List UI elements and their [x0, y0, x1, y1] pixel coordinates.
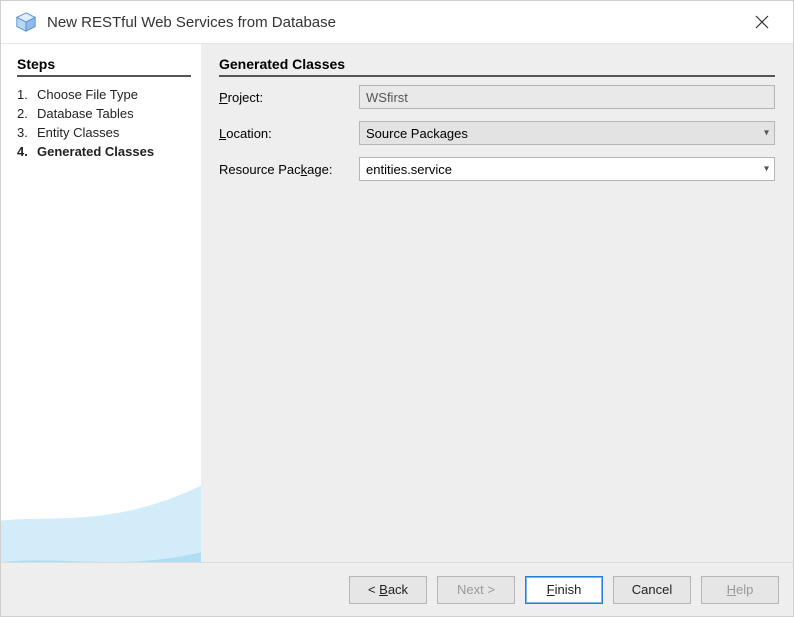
step-label: Generated Classes	[37, 144, 154, 159]
help-button: Help	[701, 576, 779, 604]
package-row: Resource Package: ▾	[219, 157, 775, 181]
step-number: 4.	[17, 144, 37, 159]
step-item: 1. Choose File Type	[17, 85, 191, 104]
app-cube-icon	[15, 11, 37, 33]
project-label: Project:	[219, 90, 359, 105]
step-number: 2.	[17, 106, 37, 121]
step-item: 3. Entity Classes	[17, 123, 191, 142]
project-row: Project:	[219, 85, 775, 109]
form-pane: Generated Classes Project: Location: ▾ R…	[201, 44, 793, 562]
step-item: 2. Database Tables	[17, 104, 191, 123]
title-bar: New RESTful Web Services from Database	[1, 1, 793, 43]
location-select-wrap[interactable]: ▾	[359, 121, 775, 145]
project-input	[359, 85, 775, 109]
location-label: Location:	[219, 126, 359, 141]
steps-pane: Steps 1. Choose File Type 2. Database Ta…	[1, 44, 201, 562]
step-number: 1.	[17, 87, 37, 102]
close-icon	[755, 15, 769, 29]
package-combo-wrap[interactable]: ▾	[359, 157, 775, 181]
button-bar: < Back Next > Finish Cancel Help	[1, 562, 793, 616]
step-label: Database Tables	[37, 106, 134, 121]
dialog-window: New RESTful Web Services from Database S…	[0, 0, 794, 617]
package-combo[interactable]	[359, 157, 775, 181]
steps-list: 1. Choose File Type 2. Database Tables 3…	[17, 85, 191, 161]
step-item-current: 4. Generated Classes	[17, 142, 191, 161]
cancel-button[interactable]: Cancel	[613, 576, 691, 604]
form-heading: Generated Classes	[219, 56, 775, 77]
steps-heading: Steps	[17, 56, 191, 77]
step-label: Entity Classes	[37, 125, 119, 140]
location-row: Location: ▾	[219, 121, 775, 145]
step-label: Choose File Type	[37, 87, 138, 102]
close-button[interactable]	[745, 5, 779, 39]
dialog-title: New RESTful Web Services from Database	[47, 14, 336, 31]
next-button: Next >	[437, 576, 515, 604]
dialog-body: Steps 1. Choose File Type 2. Database Ta…	[1, 43, 793, 562]
package-label: Resource Package:	[219, 162, 359, 177]
step-number: 3.	[17, 125, 37, 140]
back-button[interactable]: < Back	[349, 576, 427, 604]
wave-decoration-icon	[1, 362, 201, 562]
finish-button[interactable]: Finish	[525, 576, 603, 604]
location-select[interactable]	[359, 121, 775, 145]
